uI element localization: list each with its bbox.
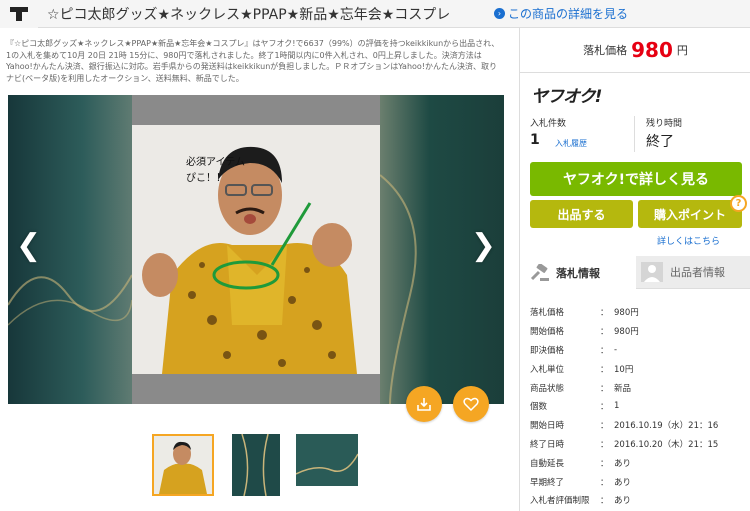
info-key: 早期終了 — [530, 477, 565, 488]
info-val: 980円 — [614, 308, 639, 319]
tab-seller-info[interactable]: 出品者情報 — [636, 256, 750, 289]
auction-description: 『☆ピコ太郎グッズ★ネックレス★PPAP★新品★忘年会★コスプレ』はヤフオク!で… — [6, 39, 500, 83]
final-price-value: 980 — [631, 38, 673, 62]
chevron-right-icon: › — [494, 8, 505, 19]
info-val: - — [614, 344, 618, 355]
bid-history-link[interactable]: 入札履歴 — [555, 138, 587, 149]
info-sep: ： — [600, 439, 609, 450]
info-sep: ： — [600, 477, 609, 488]
info-sep: ： — [600, 364, 609, 375]
info-val: 1 — [614, 401, 620, 412]
auction-side-panel: 落札価格 980 円 ヤフオク! 入札件数 1 入札履歴 残り時間 終了 ヤフオ… — [519, 28, 750, 511]
time-left-value: 終了 — [646, 134, 674, 150]
info-row: 開始日時 ： 2016.10.19（水）21：16 — [530, 416, 745, 435]
download-button[interactable] — [406, 386, 442, 422]
help-icon[interactable]: ? — [730, 195, 747, 212]
info-row: 個数 ： 1 — [530, 397, 745, 416]
info-row: 早期終了 ： あり — [530, 472, 745, 491]
tab-seller-info-label: 出品者情報 — [670, 266, 725, 279]
info-key: 自動延長 — [530, 458, 565, 469]
info-key: 開始日時 — [530, 421, 565, 432]
info-row: 即決価格 ： - — [530, 341, 745, 360]
purchase-points-button[interactable]: 購入ポイント — [638, 200, 742, 228]
info-sep: ： — [600, 496, 609, 507]
info-sep: ： — [600, 383, 609, 394]
info-key: 終了日時 — [530, 439, 565, 450]
info-sep: ： — [600, 402, 609, 413]
more-info-link[interactable]: 詳しくはこちら — [657, 234, 720, 247]
time-left-label: 残り時間 — [646, 119, 683, 129]
tab-bid-info[interactable]: 落札情報 — [520, 256, 636, 289]
header-bar: ☆ピコ太郎グッズ★ネックレス★PPAP★新品★忘年会★コスプレ › この商品の詳… — [0, 0, 750, 28]
info-row: 入札者評価制限 ： あり — [530, 491, 745, 510]
info-row: 終了日時 ： 2016.10.20（木）21：15 — [530, 435, 745, 454]
chevron-left-icon[interactable]: ❮ — [16, 231, 41, 261]
info-val: 10円 — [614, 364, 634, 375]
tab-bid-info-label: 落札情報 — [556, 266, 600, 280]
main-product-photo[interactable] — [132, 125, 380, 374]
info-row: 落札価格 ： 980円 — [530, 303, 745, 322]
info-val: 980円 — [614, 327, 639, 338]
info-val: 新品 — [614, 383, 632, 394]
info-sep: ： — [600, 327, 609, 338]
thumbnail-3[interactable] — [296, 434, 358, 486]
info-tabs: 落札情報 出品者情報 — [520, 256, 750, 289]
info-row: 自動延長 ： あり — [530, 453, 745, 472]
final-price-unit: 円 — [676, 44, 688, 57]
person-icon — [641, 262, 663, 282]
item-detail-link-label: この商品の詳細を見る — [508, 7, 629, 21]
final-price-label: 落札価格 — [583, 44, 628, 57]
info-val: あり — [614, 496, 632, 507]
item-detail-link[interactable]: › この商品の詳細を見る — [494, 5, 628, 22]
bid-count-label: 入札件数 — [530, 119, 567, 129]
gavel-icon — [530, 263, 549, 281]
thumbnail-1[interactable] — [152, 434, 214, 496]
info-sep: ： — [600, 421, 609, 432]
info-row: 商品状態 ： 新品 — [530, 378, 745, 397]
divider — [634, 116, 635, 152]
chevron-right-icon[interactable]: ❯ — [471, 231, 496, 261]
thumbnail-2[interactable] — [232, 434, 280, 496]
view-on-yahuoku-button[interactable]: ヤフオク!で詳しく見る — [530, 162, 742, 196]
yahoo-auction-logo-icon[interactable] — [0, 0, 38, 28]
info-row: 開始価格 ： 980円 — [530, 322, 745, 341]
info-key: 入札者評価制限 — [530, 496, 590, 507]
info-val: 2016.10.19（水）21：16 — [614, 421, 719, 432]
info-val: あり — [614, 458, 632, 469]
info-key: 即決価格 — [530, 345, 565, 356]
bid-count-value: 1 — [530, 132, 540, 148]
info-key: 落札価格 — [530, 308, 565, 319]
info-val: あり — [614, 477, 632, 488]
page-title: ☆ピコ太郎グッズ★ネックレス★PPAP★新品★忘年会★コスプレ — [47, 7, 451, 23]
info-key: 商品状態 — [530, 383, 565, 394]
download-icon — [417, 398, 431, 411]
info-sep: ： — [600, 458, 609, 469]
auction-info-table: 落札価格： 980円 開始価格： 980円 即決価格： - 入札単位： 10円 商品状態：新品個… — [530, 303, 745, 510]
watchlist-button[interactable] — [453, 386, 489, 422]
info-key: 開始価格 — [530, 327, 565, 338]
heart-icon — [463, 397, 479, 412]
info-sep: ： — [600, 308, 609, 319]
photo-caption: 必須アイテム ぴこ！！ — [186, 157, 245, 184]
yahuoku-logo: ヤフオク! — [531, 87, 602, 107]
list-item-button[interactable]: 出品する — [530, 200, 633, 228]
info-val: 2016.10.20（木）21：15 — [614, 439, 719, 450]
final-price-row: 落札価格 980 円 — [520, 28, 750, 73]
info-row: 入札単位 ： 10円 — [530, 359, 745, 378]
info-key: 入札単位 — [530, 364, 565, 375]
info-key: 個数 — [530, 402, 548, 413]
info-sep: ： — [600, 345, 609, 356]
image-gallery: 必須アイテム ぴこ！！ ❮ ❯ — [8, 95, 504, 404]
